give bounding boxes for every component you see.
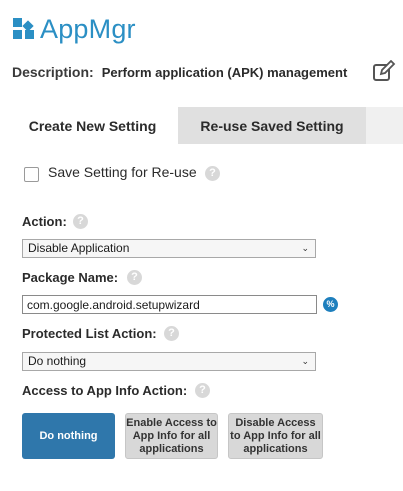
tab-reuse-saved-setting[interactable]: Re-use Saved Setting <box>178 107 366 144</box>
description-row: Description: Perform application (APK) m… <box>12 60 396 84</box>
help-icon[interactable]: ? <box>73 214 88 229</box>
save-setting-label: Save Setting for Re-use <box>48 164 197 180</box>
app-info-enable-all-button[interactable]: Enable Access to App Info for all applic… <box>125 413 218 459</box>
app-info-disable-all-button[interactable]: Disable Access to App Info for all appli… <box>228 413 323 459</box>
description-value: Perform application (APK) management <box>101 64 348 80</box>
chevron-down-icon: ⌄ <box>301 243 309 253</box>
protected-list-selected-value: Do nothing <box>28 354 87 368</box>
description-label: Description: <box>12 64 94 80</box>
tab-bar: Create New Setting Re-use Saved Setting <box>7 107 403 144</box>
package-name-input[interactable] <box>22 295 317 314</box>
action-label: Action: <box>22 214 67 229</box>
help-icon[interactable]: ? <box>205 166 220 181</box>
protected-list-action-label: Protected List Action: <box>22 326 157 341</box>
app-info-do-nothing-button[interactable]: Do nothing <box>22 413 115 459</box>
insert-variable-button[interactable]: % <box>323 297 338 312</box>
action-selected-value: Disable Application <box>28 241 130 255</box>
edit-pencil-icon[interactable] <box>372 60 396 82</box>
app-info-action-label: Access to App Info Action: <box>22 383 188 398</box>
protected-list-action-select[interactable]: Do nothing ⌄ <box>22 352 316 371</box>
action-select[interactable]: Disable Application ⌄ <box>22 239 316 258</box>
help-icon[interactable]: ? <box>127 270 142 285</box>
tab-create-new-setting[interactable]: Create New Setting <box>7 107 178 144</box>
tab-content: Save Setting for Re-use ? Action: ? Disa… <box>7 144 403 474</box>
app-header: AppMgr <box>12 12 136 46</box>
help-icon[interactable]: ? <box>195 383 210 398</box>
app-title: AppMgr <box>40 13 136 44</box>
save-setting-checkbox[interactable] <box>24 167 39 182</box>
chevron-down-icon: ⌄ <box>301 356 309 366</box>
help-icon[interactable]: ? <box>164 326 179 341</box>
package-name-label: Package Name: <box>22 270 119 285</box>
apps-grid-icon <box>13 18 34 39</box>
settings-panel: Create New Setting Re-use Saved Setting … <box>7 107 403 474</box>
